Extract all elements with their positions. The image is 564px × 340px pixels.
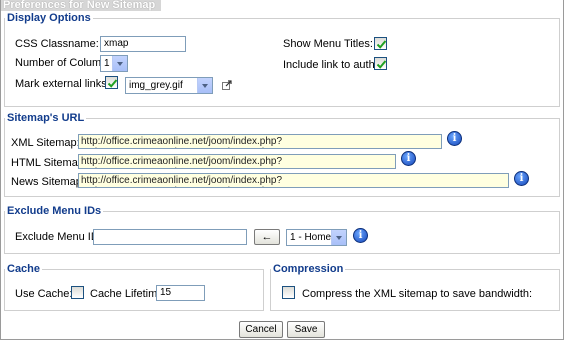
number-of-columns-select[interactable]: 1 [100,55,128,72]
use-cache-label: Use Cache: [15,288,73,300]
window-title: Preferences for New Sitemap [1,0,161,11]
preferences-window: Preferences for New Sitemap Display Opti… [0,0,564,340]
display-options-legend: Display Options [7,12,91,24]
css-classname-label: CSS Classname: [15,38,99,50]
show-menu-titles-label: Show Menu Titles: [283,38,373,50]
compress-checkbox[interactable] [282,286,295,299]
xml-sitemap-label: XML Sitemap: [11,137,80,149]
html-sitemap-label: HTML Sitemap: [11,157,88,169]
chevron-down-icon [112,56,127,71]
checkmark-icon [376,40,387,49]
include-link-to-author-label: Include link to author: [283,59,388,71]
show-menu-titles-checkbox[interactable] [374,37,387,50]
mark-external-links-checkbox[interactable] [105,76,118,89]
info-icon[interactable]: i [447,131,462,146]
include-link-to-author-checkbox[interactable] [374,57,387,70]
css-classname-input[interactable]: xmap [100,36,186,52]
add-menu-id-button[interactable]: ← [254,229,280,245]
exclude-menu-ids-input[interactable] [93,229,247,245]
menu-select-value: 1 - Home [290,232,332,243]
external-image-select[interactable]: img_grey.gif [125,77,213,94]
chevron-down-icon [197,78,212,93]
checkmark-icon [376,60,387,69]
save-button[interactable]: Save [287,321,325,338]
sitemap-url-legend: Sitemap's URL [7,112,85,124]
chevron-down-icon [331,230,346,245]
mark-external-links-label: Mark external links: [15,78,110,90]
news-sitemap-url[interactable]: http://office.crimeaonline.net/joom/inde… [78,173,509,188]
cancel-button[interactable]: Cancel [239,321,283,338]
html-sitemap-url[interactable]: http://office.crimeaonline.net/joom/inde… [78,154,396,169]
external-image-value: img_grey.gif [129,80,183,91]
checkmark-icon [107,79,118,88]
external-link-icon [222,80,232,90]
cache-legend: Cache [7,263,41,275]
use-cache-checkbox[interactable] [71,286,84,299]
info-icon[interactable]: i [353,228,368,243]
menu-select[interactable]: 1 - Home [286,229,347,246]
info-icon[interactable]: i [514,171,529,186]
info-icon[interactable]: i [401,151,416,166]
compress-label: Compress the XML sitemap to save bandwid… [302,288,533,300]
cache-lifetime-input[interactable]: 15 [156,285,205,301]
cache-lifetime-label: Cache Lifetime: [90,288,167,300]
compression-legend: Compression [273,263,344,275]
number-of-columns-value: 1 [104,58,110,69]
xml-sitemap-url[interactable]: http://office.crimeaonline.net/joom/inde… [78,134,442,149]
news-sitemap-label: News Sitemap: [11,176,85,188]
exclude-menu-ids-legend: Exclude Menu IDs [7,205,102,217]
